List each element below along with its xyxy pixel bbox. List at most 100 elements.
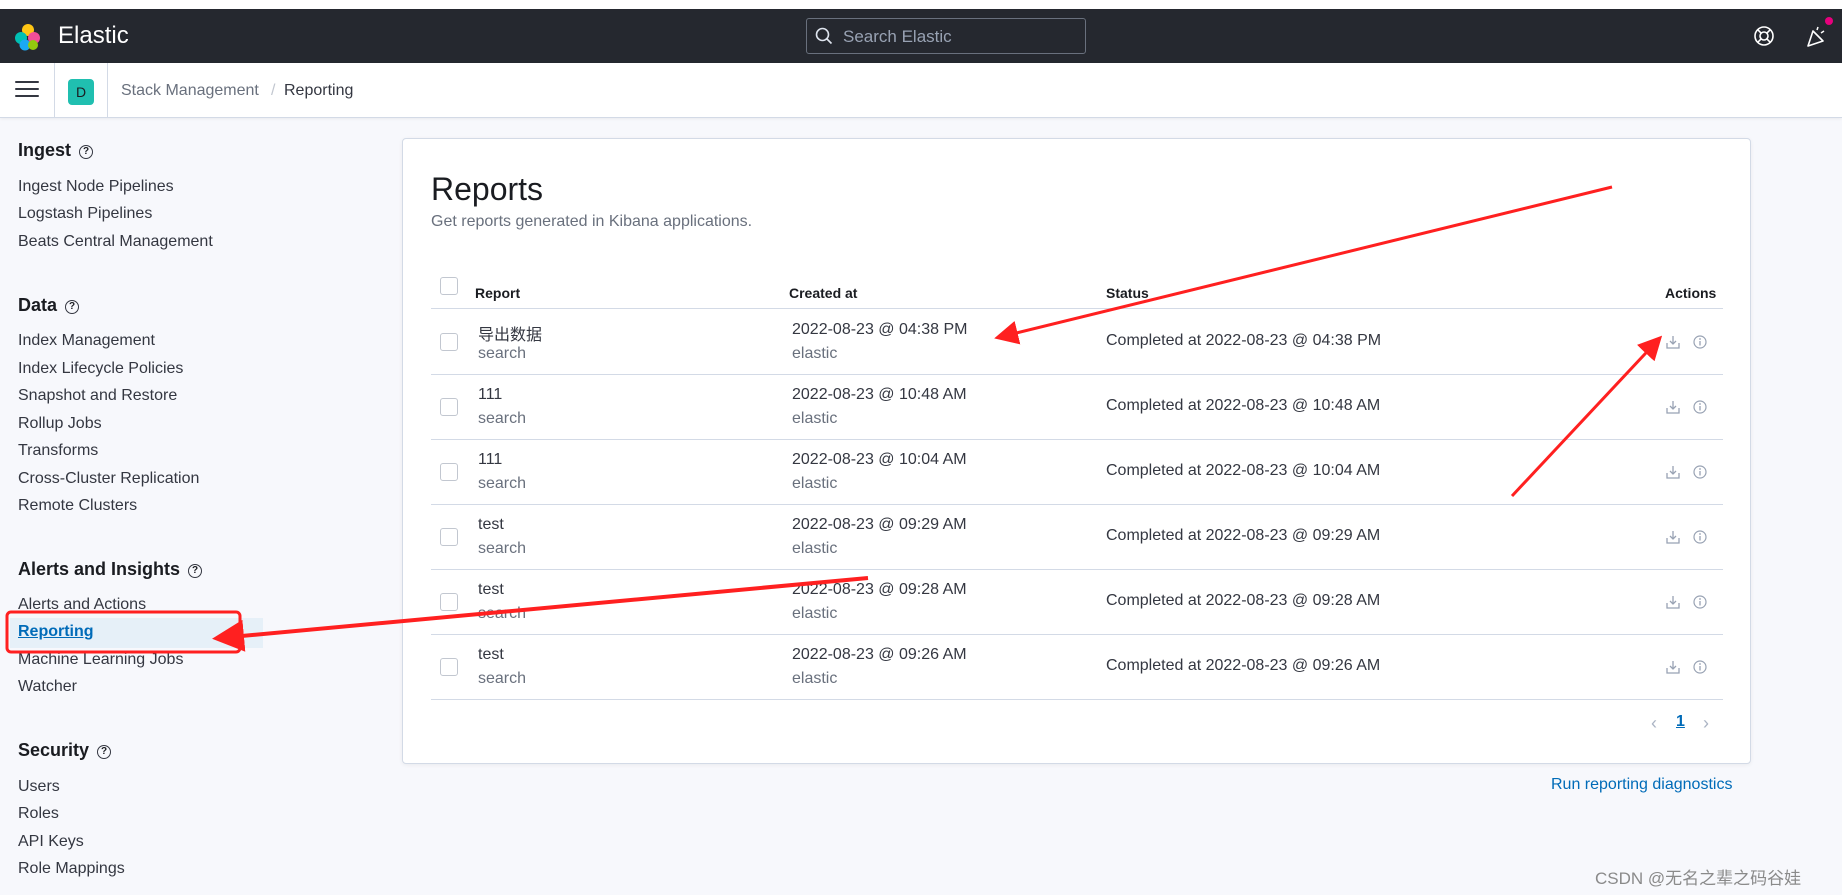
sidebar-item-snapshot-and-restore[interactable]: Snapshot and Restore [18, 387, 177, 405]
table-row: 导出数据 search 2022-08-23 @ 04:38 PM elasti… [431, 310, 1723, 375]
sidebar-item-watcher[interactable]: Watcher [18, 678, 77, 696]
help-icon[interactable] [1753, 25, 1775, 47]
sidebar-item-role-mappings[interactable]: Role Mappings [18, 860, 125, 878]
created-at: 2022-08-23 @ 10:48 AM [792, 386, 967, 403]
sidebar-item-ingest-node-pipelines[interactable]: Ingest Node Pipelines [18, 178, 174, 196]
row-checkbox[interactable] [440, 398, 458, 416]
row-checkbox[interactable] [440, 333, 458, 351]
info-icon[interactable] [1693, 595, 1707, 609]
run-diagnostics-link[interactable]: Run reporting diagnostics [1551, 776, 1732, 794]
created-at: 2022-08-23 @ 09:29 AM [792, 516, 967, 533]
brand-name[interactable]: Elastic [58, 22, 129, 50]
row-checkbox[interactable] [440, 528, 458, 546]
space-avatar[interactable]: D [68, 79, 94, 105]
report-status: Completed at 2022-08-23 @ 09:26 AM [1106, 657, 1381, 674]
sidebar-section-data: Data? [18, 295, 80, 316]
created-by: elastic [792, 345, 838, 362]
sidebar-item-cross-cluster-replication[interactable]: Cross-Cluster Replication [18, 470, 199, 488]
column-header-created-at[interactable]: Created at [789, 285, 857, 301]
row-checkbox[interactable] [440, 658, 458, 676]
download-icon[interactable] [1665, 659, 1681, 675]
download-icon[interactable] [1665, 594, 1681, 610]
page-title: Reports [431, 171, 544, 207]
download-icon[interactable] [1665, 464, 1681, 480]
table-row: 111 search 2022-08-23 @ 10:48 AM elastic… [431, 375, 1723, 440]
created-by: elastic [792, 670, 838, 687]
sidebar-item-transforms[interactable]: Transforms [18, 442, 98, 460]
section-title: Security [18, 740, 90, 760]
column-header-status[interactable]: Status [1106, 285, 1149, 301]
sidebar-item-api-keys[interactable]: API Keys [18, 833, 84, 851]
sidebar-item-logstash-pipelines[interactable]: Logstash Pipelines [18, 205, 152, 223]
created-at: 2022-08-23 @ 04:38 PM [792, 321, 968, 338]
report-type: search [478, 605, 527, 622]
created-at: 2022-08-23 @ 10:04 AM [792, 451, 967, 468]
top-strip [0, 0, 1842, 9]
download-icon[interactable] [1665, 399, 1681, 415]
sidebar-section-alerts-and-insights: Alerts and Insights? [18, 559, 203, 580]
download-icon[interactable] [1665, 529, 1681, 545]
report-status: Completed at 2022-08-23 @ 04:38 PM [1106, 332, 1382, 349]
search-icon [815, 27, 833, 45]
watermark: CSDN @无名之辈之码谷娃 [1595, 869, 1802, 888]
table-row: test search 2022-08-23 @ 09:28 AM elasti… [431, 570, 1723, 635]
notification-dot [1825, 17, 1833, 25]
sidebar-item-remote-clusters[interactable]: Remote Clusters [18, 497, 137, 515]
sidebar-item-index-management[interactable]: Index Management [18, 332, 155, 350]
header-bar: Elastic Search Elastic [0, 9, 1842, 63]
newsfeed-icon[interactable] [1805, 25, 1829, 49]
question-icon[interactable]: ? [97, 745, 112, 759]
created-by: elastic [792, 540, 838, 557]
search-placeholder: Search Elastic [843, 27, 952, 46]
created-by: elastic [792, 410, 838, 427]
sidebar-item-reporting[interactable]: Reporting [18, 623, 94, 641]
sidebar-item-alerts-and-actions[interactable]: Alerts and Actions [18, 596, 146, 614]
sidebar-item-index-lifecycle-policies[interactable]: Index Lifecycle Policies [18, 360, 183, 378]
select-all-checkbox[interactable] [440, 277, 458, 295]
reports-panel: Reports Get reports generated in Kibana … [402, 138, 1751, 764]
section-title: Data [18, 295, 58, 315]
created-at: 2022-08-23 @ 09:28 AM [792, 581, 967, 598]
info-icon[interactable] [1693, 465, 1707, 479]
report-name: 导出数据 [478, 327, 543, 344]
info-icon[interactable] [1693, 660, 1707, 674]
divider [107, 63, 108, 118]
pagination-prev-icon[interactable]: ‹ [1651, 713, 1657, 734]
elastic-logo-icon[interactable] [14, 23, 42, 51]
report-name: test [478, 581, 504, 598]
table-row: 111 search 2022-08-23 @ 10:04 AM elastic… [431, 440, 1723, 505]
info-icon[interactable] [1693, 400, 1707, 414]
sidebar-item-rollup-jobs[interactable]: Rollup Jobs [18, 415, 102, 433]
pagination-page-1[interactable]: 1 [1676, 713, 1685, 731]
row-checkbox[interactable] [440, 463, 458, 481]
info-icon[interactable] [1693, 335, 1707, 349]
report-type: search [478, 345, 527, 362]
info-icon[interactable] [1693, 530, 1707, 544]
sidebar: Ingest? Ingest Node Pipelines Logstash P… [0, 118, 300, 895]
report-status: Completed at 2022-08-23 @ 10:04 AM [1106, 462, 1381, 479]
column-header-report[interactable]: Report [475, 285, 520, 301]
sidebar-item-roles[interactable]: Roles [18, 805, 59, 823]
created-by: elastic [792, 605, 838, 622]
question-icon[interactable]: ? [79, 145, 94, 159]
question-icon[interactable]: ? [188, 564, 203, 578]
hamburger-menu-icon[interactable] [15, 81, 39, 101]
sidebar-item-beats-central-management[interactable]: Beats Central Management [18, 233, 213, 251]
page-description: Get reports generated in Kibana applicat… [431, 213, 753, 230]
sidebar-item-machine-learning-jobs[interactable]: Machine Learning Jobs [18, 651, 183, 669]
sidebar-item-users[interactable]: Users [18, 778, 60, 796]
row-checkbox[interactable] [440, 593, 458, 611]
section-title: Ingest [18, 140, 72, 160]
breadcrumb-stack-management[interactable]: Stack Management [121, 82, 259, 100]
table-row: test search 2022-08-23 @ 09:26 AM elasti… [431, 635, 1723, 700]
sidebar-section-security: Security? [18, 740, 112, 761]
breadcrumb-separator: / [271, 82, 276, 99]
question-icon[interactable]: ? [65, 300, 80, 314]
report-name: test [478, 516, 504, 533]
report-type: search [478, 540, 527, 557]
sidebar-section-ingest: Ingest? [18, 140, 94, 161]
pagination-next-icon[interactable]: › [1703, 713, 1709, 734]
search-input[interactable]: Search Elastic [806, 18, 1086, 54]
created-at: 2022-08-23 @ 09:26 AM [792, 646, 967, 663]
download-icon[interactable] [1665, 334, 1681, 350]
